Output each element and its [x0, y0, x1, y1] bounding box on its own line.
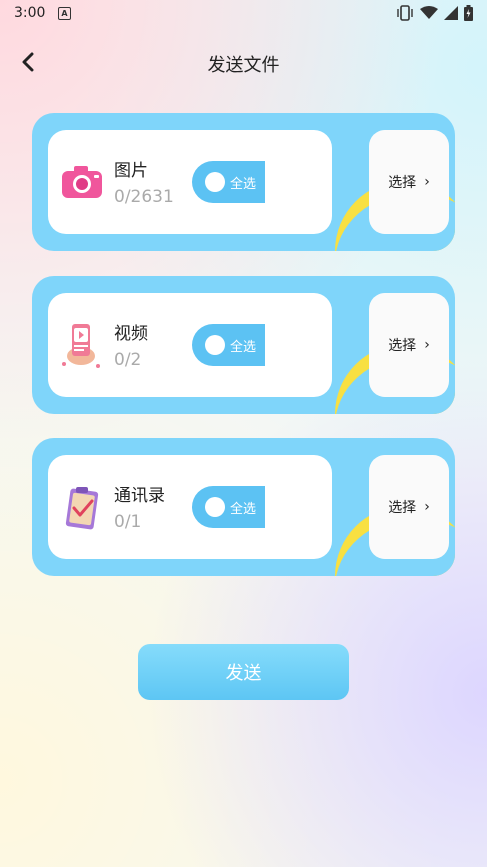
- select-all-toggle[interactable]: 全选: [192, 324, 265, 366]
- chevron-right-icon: ›: [424, 174, 430, 190]
- category-count: 0/2631: [114, 187, 174, 207]
- status-icons: [396, 5, 473, 21]
- battery-icon: [464, 5, 473, 21]
- notification-badge-icon: A: [58, 7, 71, 20]
- select-button[interactable]: 选择 ›: [369, 130, 449, 234]
- select-all-toggle[interactable]: 全选: [192, 486, 265, 528]
- wifi-icon: [420, 6, 438, 19]
- category-name: 视频: [114, 324, 148, 344]
- card-images: 图片 0/2631 全选 选择 ›: [32, 113, 455, 251]
- toggle-label: 全选: [230, 176, 257, 192]
- toggle-knob: [205, 335, 225, 355]
- status-time: 3:00: [14, 5, 46, 21]
- select-button[interactable]: 选择 ›: [369, 455, 449, 559]
- card-videos: 视频 0/2 全选 选择 ›: [32, 276, 455, 414]
- category-count: 0/2: [114, 350, 142, 370]
- card-content: 图片 0/2631 全选: [48, 130, 332, 234]
- signal-icon: [444, 6, 458, 20]
- send-button[interactable]: 发送: [138, 644, 349, 700]
- vibrate-icon: [397, 5, 413, 21]
- chevron-right-icon: ›: [424, 337, 430, 353]
- top-bar: 发送文件: [0, 40, 487, 84]
- toggle-knob: [205, 172, 225, 192]
- category-count: 0/1: [114, 512, 142, 532]
- category-name: 通讯录: [114, 486, 165, 506]
- card-content: 通讯录 0/1 全选: [48, 455, 332, 559]
- chevron-right-icon: ›: [424, 499, 430, 515]
- card-content: 视频 0/2 全选: [48, 293, 332, 397]
- clipboard-check-icon: [56, 481, 108, 533]
- page-title: 发送文件: [207, 55, 280, 76]
- toggle-knob: [205, 497, 225, 517]
- select-button[interactable]: 选择 ›: [369, 293, 449, 397]
- toggle-label: 全选: [230, 339, 257, 355]
- select-label: 选择: [388, 500, 417, 516]
- select-label: 选择: [388, 175, 417, 191]
- video-phone-icon: [56, 319, 108, 371]
- status-bar: 3:00 A: [0, 0, 487, 28]
- category-name: 图片: [114, 161, 148, 181]
- select-all-toggle[interactable]: 全选: [192, 161, 265, 203]
- select-label: 选择: [388, 338, 417, 354]
- camera-icon: [56, 156, 108, 208]
- toggle-label: 全选: [230, 501, 257, 517]
- card-contacts: 通讯录 0/1 全选 选择 ›: [32, 438, 455, 576]
